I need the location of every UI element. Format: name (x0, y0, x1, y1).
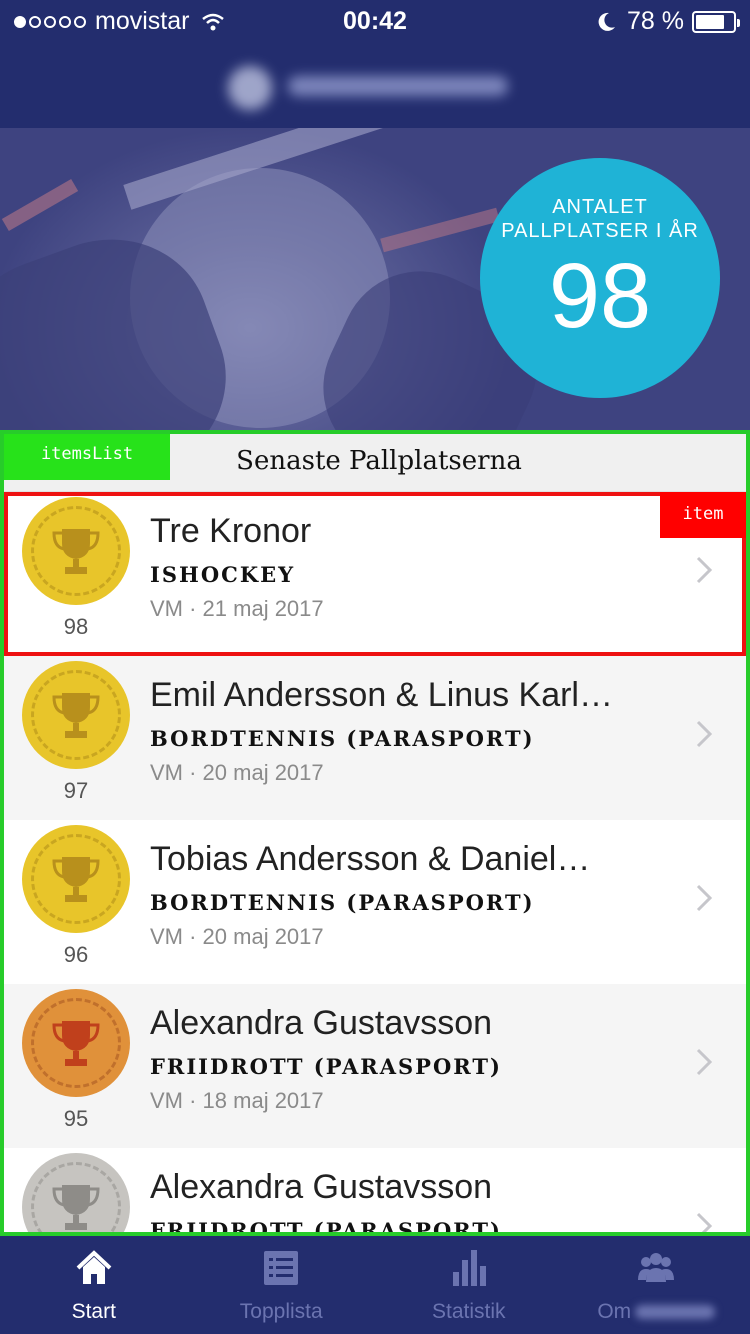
rank-number: 98 (63, 614, 89, 639)
gold-medal-icon (22, 825, 130, 933)
items-list-debug-tag: itemsList (4, 434, 170, 480)
logo-mark (228, 66, 272, 110)
item-meta: VM · 20 maj 2017 (150, 924, 324, 949)
tab-label: Statistik (431, 1300, 506, 1323)
tab-label: Start (71, 1300, 116, 1323)
podium-counter-value: 98 (548, 245, 652, 347)
tab-om[interactable]: Om (563, 1236, 750, 1334)
list-item[interactable]: 96 Tobias Andersson & Daniel… BORDTENNIS… (4, 820, 746, 984)
item-meta: VM · 21 maj 2017 (150, 596, 324, 621)
rank-number: 97 (63, 778, 89, 803)
rank-number: 96 (63, 942, 89, 967)
hero-photo-shape (1, 178, 79, 232)
trophy-icon (52, 693, 100, 738)
bar-chart-icon (452, 1250, 486, 1286)
trophy-icon (52, 529, 100, 574)
podium-counter: ANTALET PALLPLATSER I ÅR 98 (480, 158, 720, 398)
list-item[interactable]: 95 Alexandra Gustavsson FRIIDROTT (PARAS… (4, 984, 746, 1148)
trophy-icon (52, 1021, 100, 1066)
trophy-icon (52, 857, 100, 902)
app-logo-blurred (228, 62, 518, 110)
tab-statistik[interactable]: Statistik (375, 1236, 563, 1334)
chevron-right-icon (696, 1212, 713, 1232)
rank-number: 95 (63, 1106, 89, 1131)
tab-bar: Start Topplista Statistik Om (0, 1236, 750, 1334)
chevron-right-icon (696, 1048, 713, 1076)
home-icon (76, 1250, 112, 1284)
blurred-app-name (635, 1305, 716, 1320)
status-bar: movistar 00:42 78 % (0, 0, 750, 40)
item-sport: BORDTENNIS (PARASPORT) (150, 726, 535, 751)
battery-nub (737, 18, 740, 27)
list-item[interactable]: 97 Emil Andersson & Linus Karl… BORDTENN… (4, 656, 746, 820)
gold-medal-icon (22, 661, 130, 769)
item-debug-tag: item (660, 492, 746, 538)
item-meta: VM · 18 maj 2017 (150, 1088, 324, 1113)
bronze-medal-icon (22, 989, 130, 1097)
tab-label: Om (563, 1300, 750, 1324)
list-item[interactable]: Alexandra Gustavsson FRIIDROTT (PARASPOR… (4, 1148, 746, 1236)
item-meta: VM · 20 maj 2017 (150, 760, 324, 785)
item-sport: BORDTENNIS (PARASPORT) (150, 890, 535, 915)
battery-icon (692, 10, 740, 33)
item-name: Tobias Andersson & Daniel… (150, 840, 591, 878)
logo-wordmark (288, 76, 508, 96)
item-name: Emil Andersson & Linus Karl… (150, 676, 613, 714)
item-sport: ISHOCKEY (150, 562, 296, 587)
moon-icon (598, 12, 616, 31)
item-sport: FRIIDROTT (PARASPORT) (150, 1054, 502, 1079)
item-sport: FRIIDROTT (PARASPORT) (150, 1218, 502, 1236)
tab-start[interactable]: Start (0, 1236, 188, 1334)
item-name: Tre Kronor (150, 512, 312, 550)
status-right: 78 % (595, 7, 740, 36)
tab-label-text: Om (597, 1300, 632, 1323)
item-name: Alexandra Gustavsson (150, 1004, 493, 1042)
item-name: Alexandra Gustavsson (150, 1168, 493, 1206)
battery-percent: 78 % (627, 7, 684, 35)
chevron-right-icon (696, 884, 713, 912)
tab-label: Topplista (239, 1300, 323, 1323)
battery-fill (696, 14, 725, 29)
podium-counter-label: ANTALET PALLPLATSER I ÅR (501, 196, 699, 242)
items-list[interactable]: Senaste Pallplatserna itemsList 98 Tre K… (0, 430, 750, 1236)
people-icon (638, 1253, 675, 1282)
chevron-right-icon (696, 556, 713, 584)
list-item[interactable]: 98 Tre Kronor ISHOCKEY VM · 21 maj 2017 … (4, 492, 746, 656)
tab-topplista[interactable]: Topplista (188, 1236, 376, 1334)
chevron-right-icon (696, 720, 713, 748)
silver-medal-icon (22, 1153, 130, 1232)
trophy-icon (52, 1185, 100, 1230)
gold-medal-icon (22, 497, 130, 605)
app-header (0, 40, 750, 128)
list-icon (264, 1251, 299, 1285)
